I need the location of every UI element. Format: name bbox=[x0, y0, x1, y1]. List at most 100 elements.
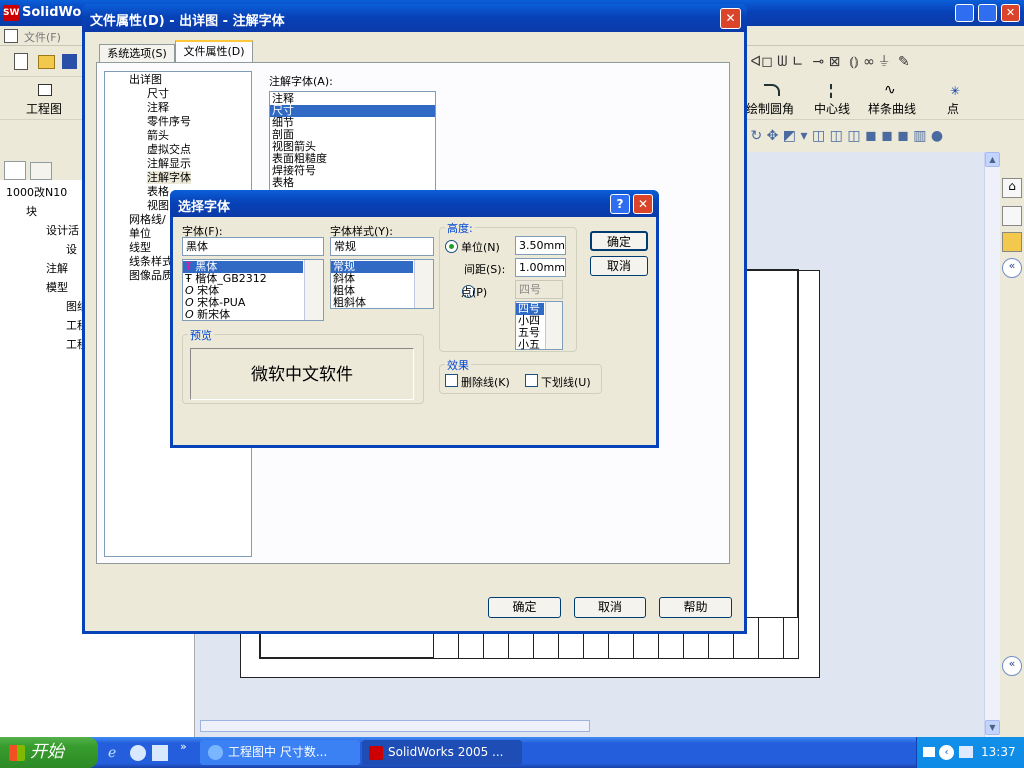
task-button-1[interactable]: 工程图中 尺寸数... bbox=[200, 740, 360, 765]
tree-drawing2[interactable]: 工程 bbox=[6, 338, 88, 357]
font-ok-button[interactable]: 确定 bbox=[590, 231, 648, 251]
tree-dimensions[interactable]: 尺寸 bbox=[105, 87, 251, 101]
spline-label[interactable]: 样条曲线 bbox=[868, 100, 916, 117]
tree-annotation-display[interactable]: 注解显示 bbox=[105, 157, 251, 171]
font-new-songti[interactable]: O 新宋体 bbox=[183, 309, 323, 321]
points-label[interactable]: 点(P) bbox=[461, 284, 487, 300]
tree-annotations[interactable]: 注解 bbox=[6, 262, 86, 281]
menu-file[interactable]: 文件(F) bbox=[24, 29, 61, 45]
view-tools-icons[interactable]: ↻ ✥ ◩ ▾ ◫ ◫ ◫ ◼ ◼ ◼ ▥ ● bbox=[746, 128, 943, 144]
doc-dialog-close-button[interactable]: ✕ bbox=[720, 8, 741, 29]
sketch-fillet-label[interactable]: 绘制圆角 bbox=[746, 100, 794, 117]
strikeout-label[interactable]: 删除线(K) bbox=[461, 374, 510, 390]
app-logo-icon: SW bbox=[3, 5, 19, 21]
doc-cancel-button[interactable]: 取消 bbox=[574, 597, 646, 618]
font-name-input[interactable]: 黑体 bbox=[182, 237, 324, 256]
annotation-font-list[interactable]: 注释 尺寸 细节 剖面 视图箭头 表面粗糙度 焊接符号 表格 bbox=[269, 91, 436, 191]
quicklaunch-more-icon[interactable]: » bbox=[180, 740, 187, 753]
points-list-scrollbar[interactable] bbox=[545, 302, 562, 349]
centerline-label[interactable]: 中心线 bbox=[814, 100, 850, 117]
collapse-icon[interactable]: « bbox=[1002, 258, 1022, 278]
help-button[interactable]: ? bbox=[610, 194, 630, 214]
tree-blocks[interactable]: 块 bbox=[6, 205, 86, 224]
spline-icon[interactable]: ∿ bbox=[884, 82, 896, 98]
task-pane-strip: ⌂ « « bbox=[1000, 152, 1024, 737]
font-item-dimension[interactable]: 尺寸 bbox=[270, 105, 435, 117]
tree-design-item[interactable]: 设 bbox=[6, 243, 86, 262]
underline-label[interactable]: 下划线(U) bbox=[541, 374, 591, 390]
tree-design-folder[interactable]: 设计活 bbox=[6, 224, 86, 243]
spacing-input[interactable]: 1.00mm bbox=[515, 258, 566, 277]
tab-document-properties[interactable]: 文件属性(D) bbox=[175, 40, 253, 63]
restore-button[interactable] bbox=[978, 4, 997, 22]
font-item-note[interactable]: 注释 bbox=[270, 93, 435, 105]
tree-balloons[interactable]: 零件序号 bbox=[105, 115, 251, 129]
ie-icon[interactable]: ℯ bbox=[108, 745, 116, 761]
canvas-vscroll[interactable]: ▲ ▼ bbox=[984, 152, 1000, 737]
font-item-table[interactable]: 表格 bbox=[270, 177, 435, 189]
tree-root[interactable]: 1000改N10 bbox=[6, 186, 86, 205]
font-style-input[interactable]: 常规 bbox=[330, 237, 434, 256]
network-icon[interactable] bbox=[959, 746, 973, 758]
tray-collapse-icon[interactable]: ‹ bbox=[939, 745, 954, 760]
points-list[interactable]: 四号 小四 五号 小五 bbox=[515, 301, 563, 351]
collapse-bottom-icon[interactable]: « bbox=[1002, 656, 1022, 676]
keyboard-icon[interactable] bbox=[923, 747, 935, 757]
property-tab-icon[interactable] bbox=[30, 162, 52, 180]
units-radio[interactable] bbox=[445, 240, 458, 253]
new-icon[interactable] bbox=[14, 53, 28, 70]
doc-ok-button[interactable]: 确定 bbox=[488, 597, 561, 618]
windows-logo-icon bbox=[9, 745, 25, 761]
open-icon[interactable] bbox=[38, 55, 55, 69]
tree-drawing1[interactable]: 工程 bbox=[6, 319, 88, 338]
drawing-icon[interactable] bbox=[38, 84, 52, 96]
sketch-fillet-icon[interactable] bbox=[764, 84, 780, 96]
point-label[interactable]: 点 bbox=[947, 100, 959, 117]
doc-help-button[interactable]: 帮助 bbox=[659, 597, 732, 618]
canvas-hscroll[interactable] bbox=[200, 720, 590, 732]
strikeout-checkbox[interactable] bbox=[445, 374, 458, 387]
library-icon[interactable] bbox=[1002, 206, 1022, 226]
quicklaunch-icon[interactable] bbox=[130, 745, 146, 761]
font-cancel-button[interactable]: 取消 bbox=[590, 256, 648, 276]
font-item-weld-symbol[interactable]: 焊接符号 bbox=[270, 165, 435, 177]
tree-sheet[interactable]: 图纸 bbox=[6, 300, 88, 319]
sketch-tools-icons[interactable]: ᐊ◻ ᗯ ∟ ⊸ ⊠ ⦅⦆ ∞ ⏚ ✎ bbox=[746, 54, 909, 70]
underline-checkbox[interactable] bbox=[525, 374, 538, 387]
tree-virtual-sharps[interactable]: 虚拟交点 bbox=[105, 143, 251, 157]
point-icon[interactable]: ✳ bbox=[950, 84, 960, 98]
doc-dialog-title: 文件属性(D) - 出详图 - 注解字体 bbox=[90, 14, 285, 29]
units-label[interactable]: 单位(N) bbox=[461, 239, 500, 255]
style-list-scrollbar[interactable] bbox=[414, 260, 433, 308]
tree-notes[interactable]: 注释 bbox=[105, 101, 251, 115]
scroll-up-button[interactable]: ▲ bbox=[985, 152, 1000, 167]
points-input[interactable]: 四号 bbox=[515, 280, 563, 299]
annotation-font-label: 注解字体(A): bbox=[269, 75, 333, 88]
drawing-label[interactable]: 工程图 bbox=[26, 100, 62, 117]
desktop-icon[interactable] bbox=[152, 745, 168, 761]
font-name-list[interactable]: Ŧ 黑体 Ŧ 楷体_GB2312 O 宋体 O 宋体-PUA O 新宋体 bbox=[182, 259, 324, 321]
task-button-2[interactable]: SolidWorks 2005 ... bbox=[362, 740, 522, 765]
tree-model[interactable]: 模型 bbox=[6, 281, 86, 300]
home-icon[interactable]: ⌂ bbox=[1002, 178, 1022, 198]
feature-tree-tab-icon[interactable] bbox=[4, 161, 26, 180]
font-dialog-close-button[interactable]: ✕ bbox=[633, 194, 653, 214]
save-icon[interactable] bbox=[62, 54, 77, 69]
centerline-icon[interactable] bbox=[830, 84, 832, 98]
tree-annotation-font[interactable]: 注解字体 bbox=[105, 171, 251, 185]
font-list-scrollbar[interactable] bbox=[304, 260, 323, 320]
start-button[interactable]: 开始 bbox=[0, 737, 98, 768]
minimize-button[interactable] bbox=[955, 4, 974, 22]
units-input[interactable]: 3.50mm bbox=[515, 236, 566, 255]
tab-system-options[interactable]: 系统选项(S) bbox=[99, 44, 175, 62]
height-group: 高度: 单位(N) 3.50mm 间距(S): 1.00mm 点(P) 四号 四… bbox=[439, 220, 577, 352]
tree-arrows[interactable]: 箭头 bbox=[105, 129, 251, 143]
folder-icon[interactable] bbox=[1002, 232, 1022, 252]
font-item-detail[interactable]: 细节 bbox=[270, 117, 435, 129]
font-dialog: 选择字体 ? ✕ 字体(F): 黑体 Ŧ 黑体 Ŧ 楷体_GB2312 O 宋体… bbox=[170, 190, 659, 448]
scroll-down-button[interactable]: ▼ bbox=[985, 720, 1000, 735]
tree-detailing[interactable]: 出详图 bbox=[105, 73, 251, 87]
app-close-button[interactable]: ✕ bbox=[1001, 4, 1020, 22]
doc-icon bbox=[4, 29, 18, 43]
font-style-list[interactable]: 常规 斜体 粗体 粗斜体 bbox=[330, 259, 434, 309]
